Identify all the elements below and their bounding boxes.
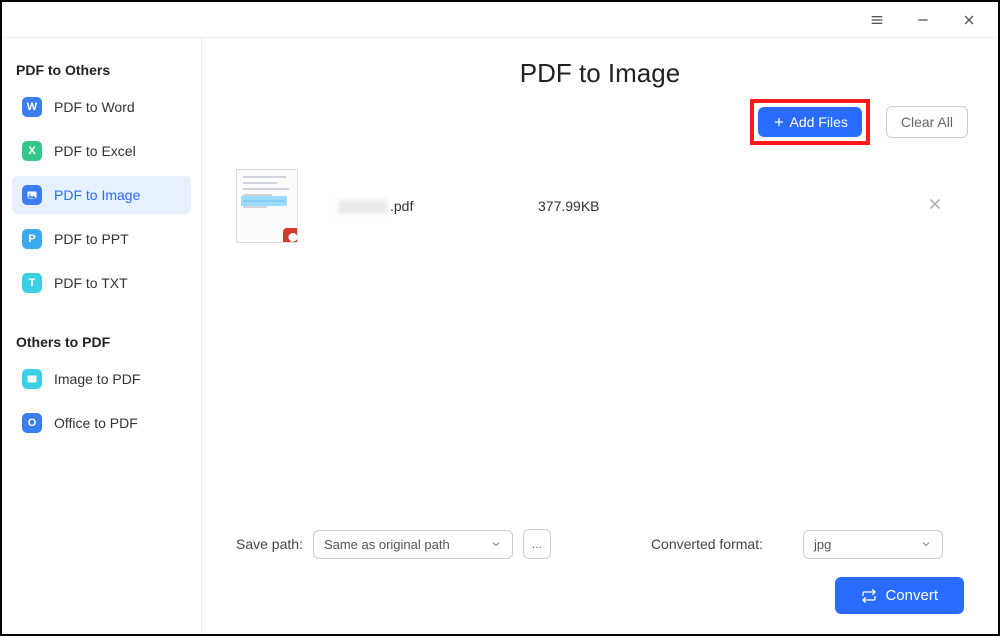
office-icon: O <box>22 413 42 433</box>
minimize-icon[interactable] <box>914 11 932 29</box>
save-path-value: Same as original path <box>324 537 450 552</box>
sidebar-section-title: PDF to Others <box>12 56 191 88</box>
options-row: Save path: Same as original path ... Con… <box>236 529 964 559</box>
file-list: .pdf 377.99KB <box>232 159 968 511</box>
sidebar-item-label: Office to PDF <box>54 415 138 431</box>
sidebar-item-office-to-pdf[interactable]: O Office to PDF <box>12 404 191 442</box>
chevron-down-icon <box>920 538 932 550</box>
titlebar <box>2 2 998 38</box>
sidebar-item-label: Image to PDF <box>54 371 140 387</box>
ppt-icon: P <box>22 229 42 249</box>
sidebar-item-pdf-to-ppt[interactable]: P PDF to PPT <box>12 220 191 258</box>
plus-icon <box>772 115 786 129</box>
convert-icon <box>861 588 877 604</box>
sidebar-item-pdf-to-txt[interactable]: T PDF to TXT <box>12 264 191 302</box>
clear-all-button[interactable]: Clear All <box>886 106 968 138</box>
file-name-redacted <box>338 200 388 214</box>
convert-button[interactable]: Convert <box>835 577 964 614</box>
close-icon <box>926 195 944 213</box>
format-value: jpg <box>814 537 831 552</box>
image-to-pdf-icon <box>22 369 42 389</box>
add-files-button[interactable]: Add Files <box>758 107 862 137</box>
format-select[interactable]: jpg <box>803 530 943 559</box>
file-row: .pdf 377.99KB <box>232 159 968 253</box>
format-label: Converted format: <box>651 536 763 552</box>
convert-label: Convert <box>885 587 938 604</box>
sidebar-item-pdf-to-excel[interactable]: X PDF to Excel <box>12 132 191 170</box>
file-thumbnail <box>236 169 298 243</box>
save-path-label: Save path: <box>236 536 303 552</box>
footer: Save path: Same as original path ... Con… <box>232 511 968 634</box>
sidebar-item-pdf-to-image[interactable]: PDF to Image <box>12 176 191 214</box>
save-path-select[interactable]: Same as original path <box>313 530 513 559</box>
file-name: .pdf <box>338 198 538 214</box>
sidebar-item-label: PDF to PPT <box>54 231 129 247</box>
sidebar-item-image-to-pdf[interactable]: Image to PDF <box>12 360 191 398</box>
sidebar-item-label: PDF to Image <box>54 187 140 203</box>
action-row: Add Files Clear All <box>232 99 968 159</box>
sidebar-item-label: PDF to Word <box>54 99 135 115</box>
chevron-down-icon <box>490 538 502 550</box>
sidebar-section-title: Others to PDF <box>12 328 191 360</box>
word-icon: W <box>22 97 42 117</box>
sidebar-item-label: PDF to TXT <box>54 275 128 291</box>
excel-icon: X <box>22 141 42 161</box>
file-size: 377.99KB <box>538 198 600 214</box>
add-files-label: Add Files <box>790 114 848 130</box>
page-title: PDF to Image <box>232 38 968 99</box>
pdf-badge-icon <box>283 228 298 243</box>
browse-path-button[interactable]: ... <box>523 529 551 559</box>
txt-icon: T <box>22 273 42 293</box>
close-icon[interactable] <box>960 11 978 29</box>
remove-file-button[interactable] <box>926 195 964 218</box>
menu-icon[interactable] <box>868 11 886 29</box>
sidebar-item-pdf-to-word[interactable]: W PDF to Word <box>12 88 191 126</box>
image-icon <box>22 185 42 205</box>
main-panel: PDF to Image Add Files Clear All <box>202 38 998 634</box>
sidebar-item-label: PDF to Excel <box>54 143 136 159</box>
sidebar: PDF to Others W PDF to Word X PDF to Exc… <box>2 38 202 634</box>
highlight-annotation: Add Files <box>750 99 870 145</box>
